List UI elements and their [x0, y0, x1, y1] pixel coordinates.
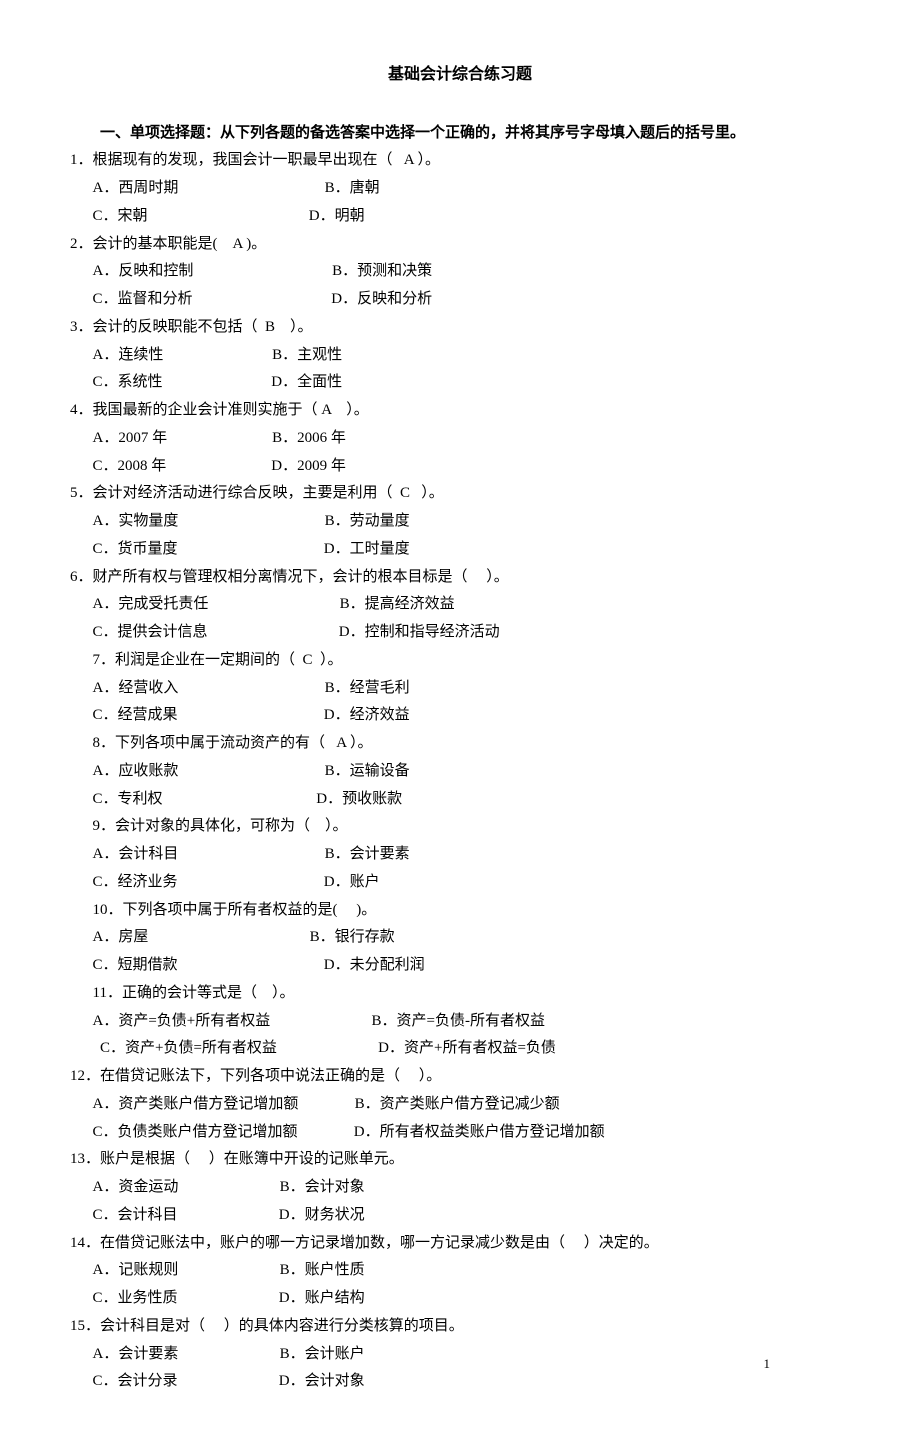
- question-stem: 3．会计的反映职能不包括（ B ）。: [70, 314, 850, 342]
- question-stem: 10．下列各项中属于所有者权益的是( )。: [70, 897, 850, 925]
- question-stem: 9．会计对象的具体化，可称为（ ）。: [70, 813, 850, 841]
- question-stem: 13．账户是根据（ ）在账簿中开设的记账单元。: [70, 1146, 850, 1174]
- page-number: 1: [764, 1352, 771, 1376]
- option-row: A．记账规则 B．账户性质: [70, 1257, 850, 1285]
- option-row: C．2008 年 D．2009 年: [70, 453, 850, 481]
- option-row: C．会计分录 D．会计对象: [70, 1368, 850, 1396]
- option-row: A．会计要素 B．会计账户: [70, 1341, 850, 1369]
- option-row: A．资产=负债+所有者权益 B．资产=负债-所有者权益: [70, 1008, 850, 1036]
- question-stem: 7．利润是企业在一定期间的（ C ）。: [70, 647, 850, 675]
- option-row: A．完成受托责任 B．提高经济效益: [70, 591, 850, 619]
- option-row: A．资产类账户借方登记增加额 B．资产类账户借方登记减少额: [70, 1091, 850, 1119]
- option-row: A．西周时期 B．唐朝: [70, 175, 850, 203]
- question-stem: 4．我国最新的企业会计准则实施于（ A ）。: [70, 397, 850, 425]
- option-row: A．会计科目 B．会计要素: [70, 841, 850, 869]
- option-row: C．经营成果 D．经济效益: [70, 702, 850, 730]
- option-row: C．货币量度 D．工时量度: [70, 536, 850, 564]
- option-row: C．短期借款 D．未分配利润: [70, 952, 850, 980]
- page: 基础会计综合练习题 一、单项选择题：从下列各题的备选答案中选择一个正确的，并将其…: [70, 60, 850, 1396]
- question-stem: 5．会计对经济活动进行综合反映，主要是利用（ C ）。: [70, 480, 850, 508]
- question-stem: 14．在借贷记账法中，账户的哪一方记录增加数，哪一方记录减少数是由（ ）决定的。: [70, 1230, 850, 1258]
- section-heading: 一、单项选择题：从下列各题的备选答案中选择一个正确的，并将其序号字母填入题后的括…: [70, 120, 850, 148]
- option-row: C．业务性质 D．账户结构: [70, 1285, 850, 1313]
- document-title: 基础会计综合练习题: [70, 60, 850, 90]
- question-stem: 15．会计科目是对（ ）的具体内容进行分类核算的项目。: [70, 1313, 850, 1341]
- option-row: C．资产+负债=所有者权益 D．资产+所有者权益=负债: [70, 1035, 850, 1063]
- option-row: A．2007 年 B．2006 年: [70, 425, 850, 453]
- option-row: C．监督和分析 D．反映和分析: [70, 286, 850, 314]
- option-row: A．连续性 B．主观性: [70, 342, 850, 370]
- question-stem: 8．下列各项中属于流动资产的有（ A ）。: [70, 730, 850, 758]
- question-stem: 11．正确的会计等式是（ ）。: [70, 980, 850, 1008]
- option-row: A．资金运动 B．会计对象: [70, 1174, 850, 1202]
- option-row: C．宋朝 D．明朝: [70, 203, 850, 231]
- question-stem: 2．会计的基本职能是( A )。: [70, 231, 850, 259]
- option-row: A．应收账款 B．运输设备: [70, 758, 850, 786]
- question-stem: 1．根据现有的发现，我国会计一职最早出现在（ A ）。: [70, 147, 850, 175]
- option-row: C．会计科目 D．财务状况: [70, 1202, 850, 1230]
- option-row: C．提供会计信息 D．控制和指导经济活动: [70, 619, 850, 647]
- option-row: C．负债类账户借方登记增加额 D．所有者权益类账户借方登记增加额: [70, 1119, 850, 1147]
- option-row: A．反映和控制 B．预测和决策: [70, 258, 850, 286]
- option-row: C．经济业务 D．账户: [70, 869, 850, 897]
- option-row: C．专利权 D．预收账款: [70, 786, 850, 814]
- option-row: A．实物量度 B．劳动量度: [70, 508, 850, 536]
- option-row: C．系统性 D．全面性: [70, 369, 850, 397]
- option-row: A．经营收入 B．经营毛利: [70, 675, 850, 703]
- question-list: 1．根据现有的发现，我国会计一职最早出现在（ A ）。A．西周时期 B．唐朝C．…: [70, 147, 850, 1396]
- question-stem: 12．在借贷记账法下，下列各项中说法正确的是（ ）。: [70, 1063, 850, 1091]
- option-row: A．房屋 B．银行存款: [70, 924, 850, 952]
- question-stem: 6．财产所有权与管理权相分离情况下，会计的根本目标是（ ）。: [70, 564, 850, 592]
